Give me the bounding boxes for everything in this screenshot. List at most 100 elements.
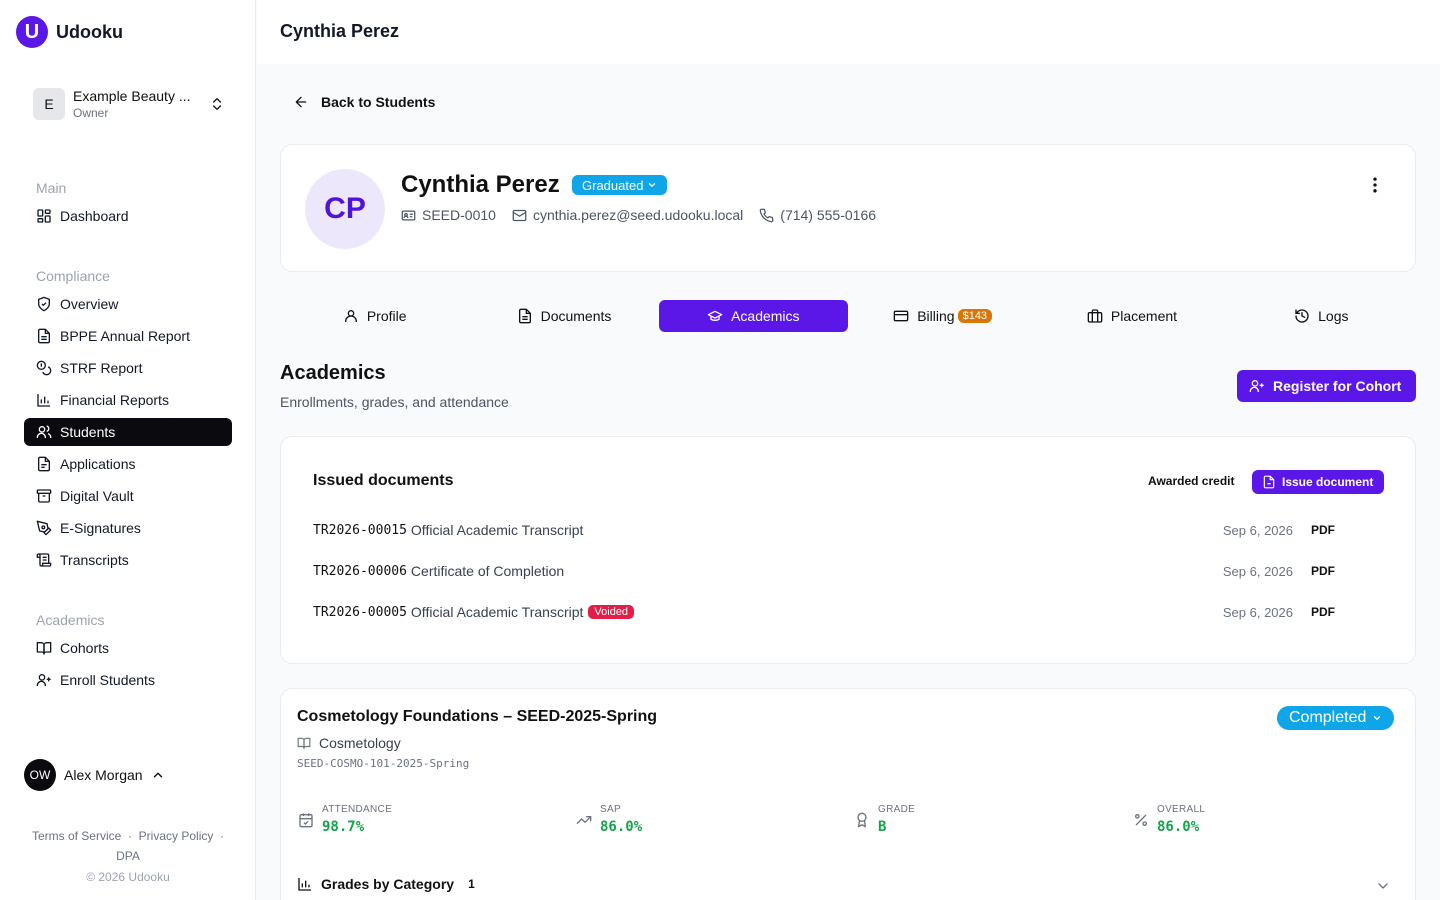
tab-label: Placement [1110, 308, 1178, 324]
button-label: Register for Cohort [1273, 378, 1402, 394]
calendar-check-icon [299, 813, 313, 828]
brand[interactable]: U Udooku [16, 16, 123, 48]
tab-logs[interactable]: Logs [1227, 300, 1416, 332]
sidebar-item-e-signatures[interactable]: E-Signatures [24, 514, 232, 542]
tab-label: Documents [540, 308, 612, 324]
nav-section-compliance: Compliance Overview BPPE Annual Report S… [24, 266, 232, 574]
tab-academics[interactable]: Academics [658, 300, 848, 332]
sidebar-item-bppe-annual-report[interactable]: BPPE Annual Report [24, 322, 232, 350]
sidebar-item-label: Students [60, 424, 116, 440]
tab-documents[interactable]: Documents [469, 300, 658, 332]
sidebar-item-dashboard[interactable]: Dashboard [24, 202, 232, 230]
avatar: CP [305, 169, 385, 249]
student-meta: SEED-0010 cynthia.perez@seed.udooku.loca… [401, 207, 876, 223]
nav-section-academics: Academics Cohorts Enroll Students [24, 610, 232, 694]
cohort-program: Cosmetology [297, 735, 401, 751]
sidebar-item-overview[interactable]: Overview [24, 290, 232, 318]
stat-label: GRADE [878, 804, 916, 815]
coins-icon [36, 360, 52, 376]
student-email[interactable]: cynthia.perez@seed.udooku.local [512, 207, 743, 223]
archive-icon [36, 489, 52, 503]
users-icon [36, 425, 52, 438]
status-dropdown[interactable]: Graduated [572, 175, 668, 195]
more-actions-button[interactable] [1365, 175, 1385, 195]
chevron-down-icon [1374, 716, 1381, 720]
enrollment-status-dropdown[interactable]: Completed [1277, 706, 1395, 730]
issued-documents-title: Issued documents [313, 472, 454, 489]
org-switcher[interactable]: E Example Beauty ... Owner [33, 88, 225, 120]
list-item[interactable]: TR2026-00006 Certificate of Completion S… [313, 559, 1375, 583]
sidebar-item-label: Applications [60, 456, 136, 472]
sidebar-item-cohorts[interactable]: Cohorts [24, 634, 232, 662]
history-icon [1295, 309, 1309, 323]
id-card-icon [401, 210, 416, 220]
grades-count: 1 [468, 877, 475, 891]
brand-logo: U [16, 16, 48, 48]
document-date: Sep 6, 2026 [1222, 522, 1293, 538]
sidebar-item-label: STRF Report [60, 360, 143, 376]
student-phone[interactable]: (714) 555-0166 [759, 207, 876, 223]
user-menu[interactable]: OW Alex Morgan [24, 759, 165, 791]
sidebar-item-strf-report[interactable]: STRF Report [24, 354, 232, 382]
sidebar-item-label: Digital Vault [60, 488, 134, 504]
stat-attendance: ATTENDANCE 98.7% [298, 804, 392, 835]
nav-section-main: Main Dashboard [24, 178, 232, 230]
issued-documents-card: Issued documents Awarded credit Issue do… [280, 436, 1416, 664]
bar-chart-icon [37, 394, 50, 407]
sidebar-item-enroll-students[interactable]: Enroll Students [24, 666, 232, 694]
footer-links: Terms of Service · Privacy Policy · DPA [12, 826, 244, 866]
issue-document-button[interactable]: Issue document [1252, 470, 1384, 494]
sidebar-item-students[interactable]: Students [24, 418, 232, 446]
tab-billing[interactable]: Billing $143 [848, 300, 1037, 332]
sidebar-item-label: Dashboard [60, 208, 129, 224]
list-item[interactable]: TR2026-00005 Official Academic Transcrip… [313, 600, 1375, 624]
sidebar-item-label: Enroll Students [60, 672, 155, 688]
tab-placement[interactable]: Placement [1037, 300, 1226, 332]
stat-label: OVERALL [1157, 804, 1206, 815]
avatar: OW [24, 759, 56, 791]
dpa-link[interactable]: DPA [116, 849, 140, 863]
back-to-students-link[interactable]: Back to Students [293, 94, 435, 110]
pdf-link[interactable]: PDF [1311, 605, 1335, 619]
nav-heading-academics: Academics [36, 612, 105, 628]
graduation-cap-icon [707, 310, 723, 321]
awarded-credit-button[interactable]: Awarded credit [1148, 474, 1234, 488]
student-email-value: cynthia.perez@seed.udooku.local [532, 207, 744, 223]
book-open-icon [297, 737, 311, 749]
stat-value: 98.7% [322, 819, 365, 835]
user-plus-icon [1249, 380, 1264, 392]
student-tabs: Profile Documents Academics Billing $143… [280, 300, 1416, 332]
sidebar-item-transcripts[interactable]: Transcripts [24, 546, 232, 574]
list-item[interactable]: TR2026-00015 Official Academic Transcrip… [313, 518, 1375, 542]
privacy-link[interactable]: Privacy Policy [139, 829, 214, 843]
document-date: Sep 6, 2026 [1222, 563, 1293, 579]
file-text-icon [38, 328, 50, 344]
scroll-icon [36, 553, 52, 567]
chevron-down-icon [1378, 883, 1388, 889]
pdf-link[interactable]: PDF [1311, 564, 1335, 578]
user-name: Alex Morgan [64, 767, 143, 783]
register-for-cohort-button[interactable]: Register for Cohort [1237, 370, 1416, 402]
page-title: Cynthia Perez [280, 21, 400, 41]
pdf-link[interactable]: PDF [1311, 523, 1335, 537]
tab-profile[interactable]: Profile [280, 300, 469, 332]
sidebar-item-digital-vault[interactable]: Digital Vault [24, 482, 232, 510]
student-name: Cynthia Perez [401, 171, 560, 198]
user-icon [344, 310, 357, 322]
phone-icon [759, 208, 774, 222]
percent-icon [1135, 814, 1147, 826]
sidebar-item-financial-reports[interactable]: Financial Reports [24, 386, 232, 414]
stat-grade: GRADE B [854, 804, 915, 835]
shield-icon [38, 296, 50, 312]
org-avatar: E [33, 88, 65, 120]
document-name: Official Academic Transcript [410, 522, 584, 538]
sidebar-item-applications[interactable]: Applications [24, 450, 232, 478]
bar-chart-icon [298, 878, 311, 891]
briefcase-icon [1087, 309, 1103, 323]
terms-link[interactable]: Terms of Service [32, 829, 121, 843]
student-id-value: SEED-0010 [422, 207, 496, 223]
mail-icon [512, 209, 527, 221]
copyright: © 2026 Udooku [86, 870, 170, 884]
grades-by-category-toggle[interactable]: Grades by Category 1 [297, 876, 1401, 892]
sidebar-item-label: BPPE Annual Report [60, 328, 190, 344]
